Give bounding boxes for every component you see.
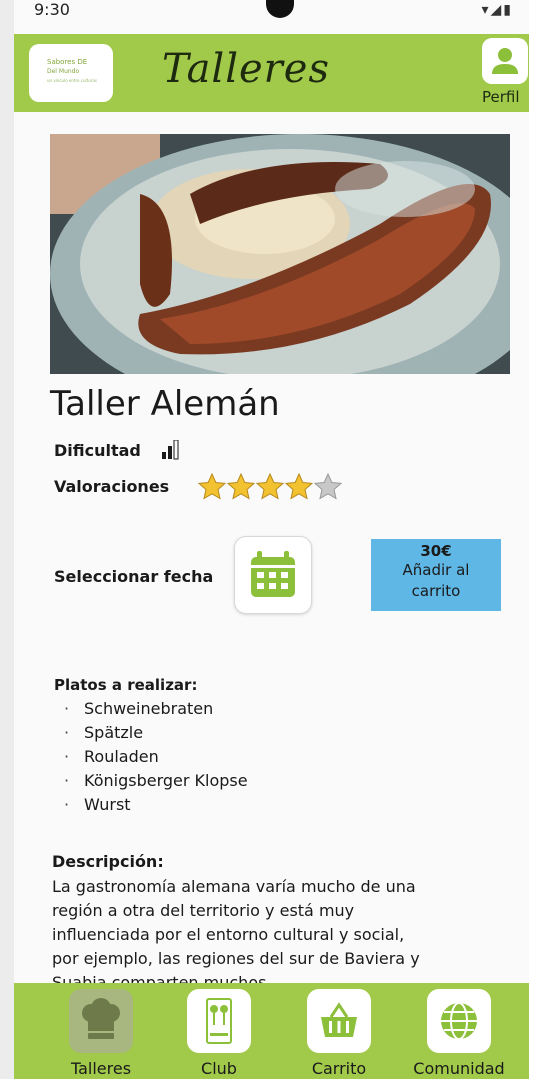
camera-notch [266,0,294,18]
list-item: · Spätzle [64,723,144,742]
nav-item-carrito[interactable]: Carrito [289,987,389,1079]
ratings-label: Valoraciones [54,477,170,496]
user-icon [482,38,528,84]
list-item: · Schweinebraten [64,699,214,718]
select-date-button[interactable] [234,536,312,614]
select-date-label: Seleccionar fecha [54,567,214,586]
profile-label: Perfil [482,88,520,106]
calendar-icon [251,551,295,597]
star-icon-filled [197,472,227,500]
logo-text-line3: un vínculo entre culturas [47,78,97,83]
add-to-cart-label-line1: Añadir al [402,561,470,579]
nav-label: Talleres [70,1059,132,1078]
dishes-title: Platos a realizar: [54,676,198,694]
list-item: · Wurst [64,795,131,814]
globe-icon [427,989,491,1053]
workshop-hero-image [50,134,510,374]
app-logo[interactable]: Sabores DE Del Mundo un vínculo entre cu… [29,44,113,102]
star-icon-empty [313,472,343,500]
list-item: · Rouladen [64,747,159,766]
description-title: Descripción: [52,852,164,871]
status-bar: 9:30 ▾◢▮ [14,0,529,34]
dishes-list: · Schweinebraten · Spätzle · Rouladen · Köni… [64,697,248,817]
difficulty-label: Dificultad [54,441,141,460]
nav-item-club[interactable]: Club [169,987,269,1079]
status-time: 9:30 [34,0,70,19]
list-item: · Königsberger Klopse [64,771,248,790]
dish-name: Wurst [84,795,131,814]
star-icon-filled [226,472,256,500]
chef-hat-icon [69,989,133,1053]
dish-name: Spätzle [84,723,144,742]
nav-item-talleres[interactable]: Talleres [51,987,151,1079]
logo-text-line1: Sabores DE [47,58,88,66]
description-text: La gastronomía alemana varía mucho de un… [52,877,420,985]
profile-button[interactable]: Perfil [482,38,528,110]
star-icon-filled [284,472,314,500]
add-to-cart-button[interactable]: 30€ Añadir al carrito [371,539,501,611]
price-label: 30€ [420,542,452,560]
dish-name: Rouladen [84,747,159,766]
difficulty-bars-icon [160,439,184,460]
star-icon-filled [255,472,285,500]
nav-label: Club [201,1059,237,1078]
status-icons: ▾◢▮ [481,2,513,18]
phone-screen: 9:30 ▾◢▮ Sabores DE Del Mundo un vínculo… [14,0,529,1079]
add-to-cart-label-line2: carrito [411,582,461,600]
dish-name: Königsberger Klopse [84,771,248,790]
bottom-nav: Talleres Club Carrito Comunidad [14,983,529,1079]
logo-text-line2: Del Mundo [47,68,80,75]
page-title: Talleres [162,46,330,92]
dish-name: Schweinebraten [84,699,214,718]
device-frame-right [529,0,553,1079]
app-header: Sabores DE Del Mundo un vínculo entre cu… [14,34,529,112]
rating-stars [197,472,347,506]
nav-item-comunidad[interactable]: Comunidad [409,987,509,1079]
nav-label: Carrito [311,1059,367,1078]
club-card-icon [187,989,251,1053]
basket-icon [307,989,371,1053]
workshop-title: Taller Alemán [50,384,280,424]
nav-label: Comunidad [413,1059,505,1078]
